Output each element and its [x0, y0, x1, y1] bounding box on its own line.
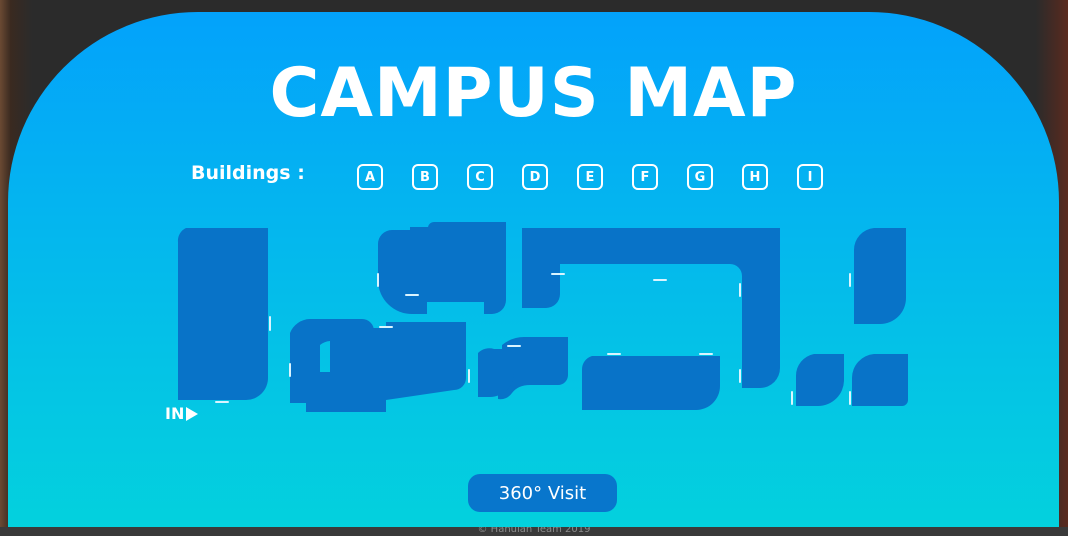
- building-i-shape[interactable]: [581, 356, 720, 410]
- play-arrow-icon: [186, 406, 199, 421]
- campus-map-panel: CAMPUS MAP Buildings : A B C D E F G H I: [8, 12, 1059, 536]
- footer: © Hahuiah Team 2019: [0, 527, 1068, 536]
- campus-map: [177, 221, 908, 412]
- building-l-shape[interactable]: [851, 354, 908, 406]
- building-d-shape[interactable]: [386, 322, 466, 400]
- 360-visit-button[interactable]: 360° Visit: [468, 474, 617, 512]
- building-a-shape[interactable]: [177, 228, 268, 400]
- page: CAMPUS MAP Buildings : A B C D E F G H I: [0, 0, 1068, 536]
- footer-copyright: © Hahuiah Team 2019: [477, 527, 591, 535]
- entrance-label: IN: [165, 404, 185, 423]
- building-k-shape[interactable]: [795, 354, 844, 406]
- entrance-marker: IN: [165, 404, 199, 423]
- building-e-shape[interactable]: [378, 221, 506, 315]
- building-j-shape[interactable]: [853, 228, 906, 324]
